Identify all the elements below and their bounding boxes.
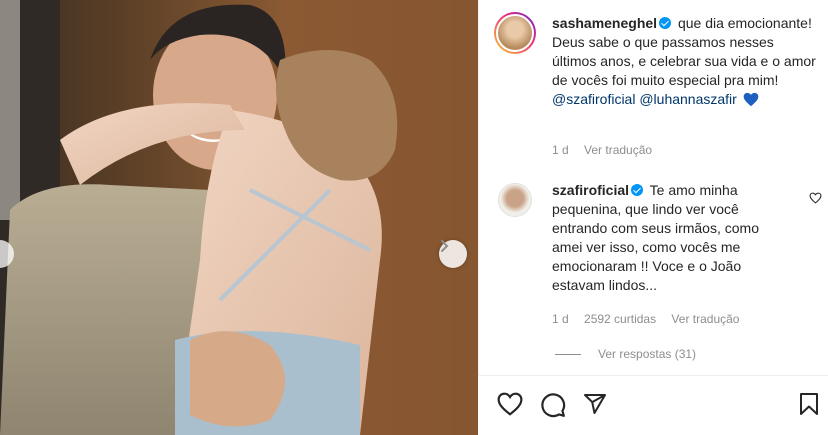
comment-translate-link[interactable]: Ver tradução [671,312,739,326]
post-action-bar [478,375,828,435]
view-replies-label: Ver respostas (31) [598,347,697,361]
carousel-next-button[interactable] [439,240,467,268]
share-icon[interactable] [583,392,607,416]
verified-badge-icon [631,184,644,196]
comment-age: 1 d [552,312,569,326]
caption-age: 1 d [552,143,569,157]
commenter-avatar[interactable] [498,183,532,217]
photo-illustration [0,0,478,435]
blue-heart-emoji-icon [743,92,759,107]
verified-badge-icon [659,17,672,29]
comment-body: szafiroficial Te amo minha pequenina, qu… [552,181,792,295]
post-caption: sashameneghel que dia emocionante! Deus … [552,14,822,109]
comment-icon[interactable] [540,392,566,418]
post-author-username[interactable]: sashameneghel [552,15,657,31]
chevron-right-icon [441,240,449,252]
author-avatar[interactable] [494,12,536,54]
view-replies-button[interactable]: Ver respostas (31) [555,347,696,361]
heart-icon[interactable] [497,392,523,416]
caption-translate-link[interactable]: Ver tradução [584,143,652,157]
comment-text: Te amo minha pequenina, que lindo ver vo… [552,182,759,293]
mention-szafiroficial[interactable]: @szafiroficial [552,91,635,107]
replies-divider [555,353,581,355]
mention-luhannaszafir[interactable]: @luhannaszafir [639,91,737,107]
bookmark-icon[interactable] [799,392,819,416]
comment-meta: 1 d 2592 curtidas Ver tradução [552,311,751,327]
post-photo[interactable] [0,0,478,435]
comment-likes-count[interactable]: 2592 curtidas [584,312,656,326]
post-details-panel: sashameneghel que dia emocionante! Deus … [478,0,828,435]
caption-meta: 1 d Ver tradução [552,142,664,158]
comment-like-heart-icon[interactable] [809,192,822,204]
comment-author-username[interactable]: szafiroficial [552,182,629,198]
